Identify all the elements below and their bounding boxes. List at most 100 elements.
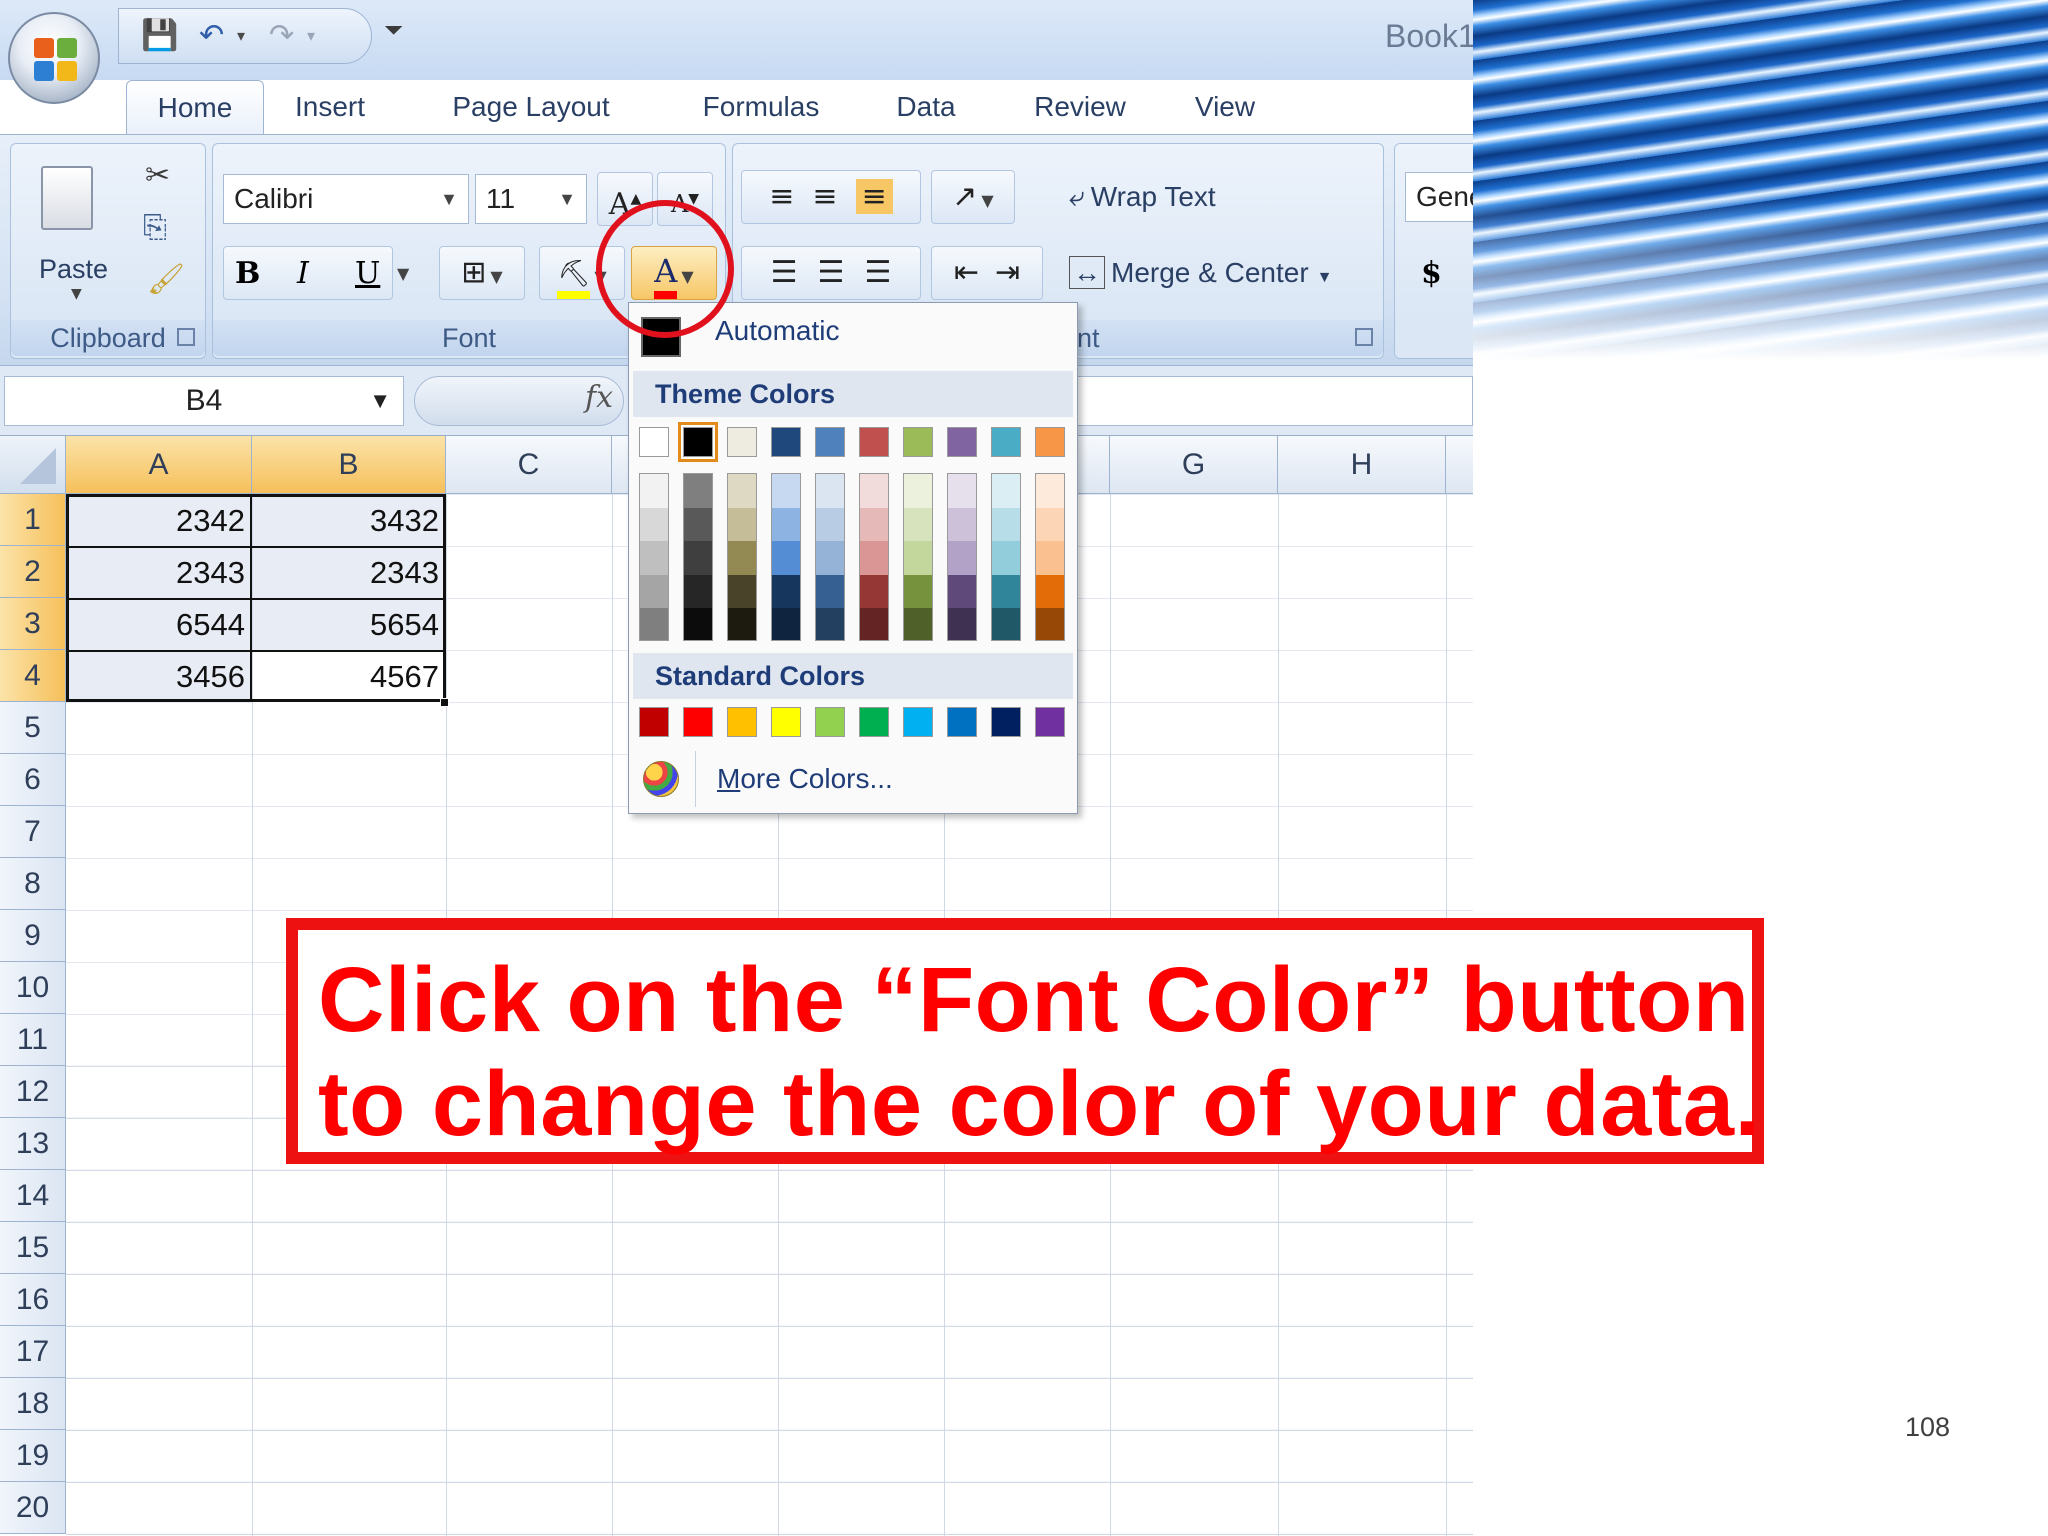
column-header-a[interactable]: A <box>66 436 252 494</box>
theme-shade-swatch[interactable] <box>860 574 888 609</box>
clipboard-launcher-icon[interactable] <box>177 328 195 346</box>
theme-color-swatch[interactable] <box>639 427 669 457</box>
cell-b4[interactable]: 4567 <box>253 651 445 703</box>
currency-button[interactable]: $ <box>1421 248 1442 300</box>
paste-dropdown-icon[interactable]: ▼ <box>71 286 82 302</box>
column-header-h[interactable]: H <box>1278 436 1446 494</box>
row-header-15[interactable]: 15 <box>0 1222 66 1274</box>
theme-shade-swatch[interactable] <box>1036 574 1064 609</box>
theme-shade-swatch[interactable] <box>772 574 800 609</box>
theme-shade-swatch[interactable] <box>904 541 932 575</box>
theme-shade-swatch[interactable] <box>728 574 756 609</box>
middle-align-icon[interactable]: ≡ <box>812 179 837 214</box>
row-header-11[interactable]: 11 <box>0 1014 66 1066</box>
theme-shade-swatch[interactable] <box>684 541 712 575</box>
row-header-17[interactable]: 17 <box>0 1326 66 1378</box>
cell-a4[interactable]: 3456 <box>67 651 251 703</box>
cell-a3[interactable]: 6544 <box>67 599 251 651</box>
name-box[interactable]: B4 ▼ <box>4 376 404 426</box>
font-size-combo[interactable]: 11 ▼ <box>475 174 587 224</box>
bold-button[interactable]: B <box>235 248 260 300</box>
theme-shade-swatch[interactable] <box>816 541 844 575</box>
redo-dropdown-icon[interactable]: ▾ <box>307 19 315 53</box>
tab-page-layout[interactable]: Page Layout <box>436 80 626 134</box>
theme-color-swatch[interactable] <box>1035 427 1065 457</box>
standard-color-swatch[interactable] <box>991 707 1021 737</box>
theme-shade-swatch[interactable] <box>772 507 800 542</box>
theme-shade-swatch[interactable] <box>816 507 844 542</box>
cut-icon[interactable]: ✂ <box>145 158 170 193</box>
theme-shade-swatch[interactable] <box>1036 507 1064 542</box>
row-header-7[interactable]: 7 <box>0 806 66 858</box>
insert-function-button[interactable]: fx <box>585 380 613 415</box>
tab-review[interactable]: Review <box>1024 80 1136 134</box>
customize-qat-icon[interactable]: ⏷ <box>384 16 403 44</box>
increase-indent-icon[interactable]: ⇥ <box>995 255 1020 290</box>
save-icon[interactable]: 💾 <box>141 19 178 53</box>
theme-shade-swatch[interactable] <box>904 574 932 609</box>
theme-shade-swatch[interactable] <box>684 474 712 508</box>
alignment-launcher-icon[interactable] <box>1355 328 1373 346</box>
column-header-g[interactable]: G <box>1110 436 1278 494</box>
merge-center-button[interactable]: ↔ Merge & Center ▼ <box>1069 248 1332 303</box>
cell-b3[interactable]: 5654 <box>253 599 445 651</box>
theme-shade-swatch[interactable] <box>904 608 932 640</box>
decrease-indent-icon[interactable]: ⇤ <box>954 255 979 290</box>
row-header-19[interactable]: 19 <box>0 1430 66 1482</box>
more-colors-option[interactable]: More Colors... <box>717 763 893 795</box>
theme-shade-swatch[interactable] <box>992 574 1020 609</box>
row-header-1[interactable]: 1 <box>0 494 66 546</box>
theme-shade-swatch[interactable] <box>860 474 888 508</box>
theme-shade-swatch[interactable] <box>816 574 844 609</box>
theme-shade-swatch[interactable] <box>772 608 800 640</box>
row-header-3[interactable]: 3 <box>0 598 66 650</box>
row-header-20[interactable]: 20 <box>0 1482 66 1534</box>
align-right-icon[interactable]: ☰ <box>864 255 891 290</box>
theme-shade-swatch[interactable] <box>904 507 932 542</box>
theme-shade-swatch[interactable] <box>948 474 976 508</box>
cell-a1[interactable]: 2342 <box>67 495 251 547</box>
standard-color-swatch[interactable] <box>859 707 889 737</box>
standard-color-swatch[interactable] <box>727 707 757 737</box>
theme-shade-swatch[interactable] <box>684 574 712 609</box>
standard-color-swatch[interactable] <box>903 707 933 737</box>
row-header-6[interactable]: 6 <box>0 754 66 806</box>
theme-shade-swatch[interactable] <box>816 474 844 508</box>
theme-shade-swatch[interactable] <box>992 608 1020 640</box>
standard-color-swatch[interactable] <box>683 707 713 737</box>
theme-shade-swatch[interactable] <box>728 474 756 508</box>
fill-handle[interactable] <box>440 698 449 707</box>
copy-icon[interactable]: ⎘ <box>143 210 167 245</box>
tab-formulas[interactable]: Formulas <box>686 80 836 134</box>
tab-data[interactable]: Data <box>880 80 972 134</box>
underline-dropdown-icon[interactable]: ▼ <box>397 264 409 283</box>
underline-button[interactable]: U <box>355 248 380 300</box>
row-header-2[interactable]: 2 <box>0 546 66 598</box>
theme-shade-swatch[interactable] <box>948 574 976 609</box>
tab-home[interactable]: Home <box>126 80 264 134</box>
theme-shade-swatch[interactable] <box>860 541 888 575</box>
standard-color-swatch[interactable] <box>639 707 669 737</box>
row-header-5[interactable]: 5 <box>0 702 66 754</box>
theme-shade-swatch[interactable] <box>728 541 756 575</box>
theme-shade-swatch[interactable] <box>992 541 1020 575</box>
row-header-9[interactable]: 9 <box>0 910 66 962</box>
theme-shade-swatch[interactable] <box>684 507 712 542</box>
paste-icon[interactable] <box>41 166 93 230</box>
theme-shade-swatch[interactable] <box>860 608 888 640</box>
top-align-icon[interactable]: ≡ <box>769 179 794 214</box>
theme-shade-swatch[interactable] <box>772 474 800 508</box>
theme-color-swatch[interactable] <box>991 427 1021 457</box>
theme-shade-swatch[interactable] <box>728 507 756 542</box>
redo-icon[interactable]: ↷ <box>269 19 294 53</box>
theme-shade-swatch[interactable] <box>640 541 668 575</box>
theme-color-swatch[interactable] <box>859 427 889 457</box>
theme-color-swatch[interactable] <box>727 427 757 457</box>
theme-shade-swatch[interactable] <box>1036 474 1064 508</box>
theme-shade-swatch[interactable] <box>640 608 668 640</box>
number-format-combo[interactable]: Gene <box>1405 172 1473 222</box>
tab-insert[interactable]: Insert <box>280 80 380 134</box>
theme-shade-swatch[interactable] <box>684 608 712 640</box>
theme-shade-swatch[interactable] <box>860 507 888 542</box>
standard-color-swatch[interactable] <box>815 707 845 737</box>
